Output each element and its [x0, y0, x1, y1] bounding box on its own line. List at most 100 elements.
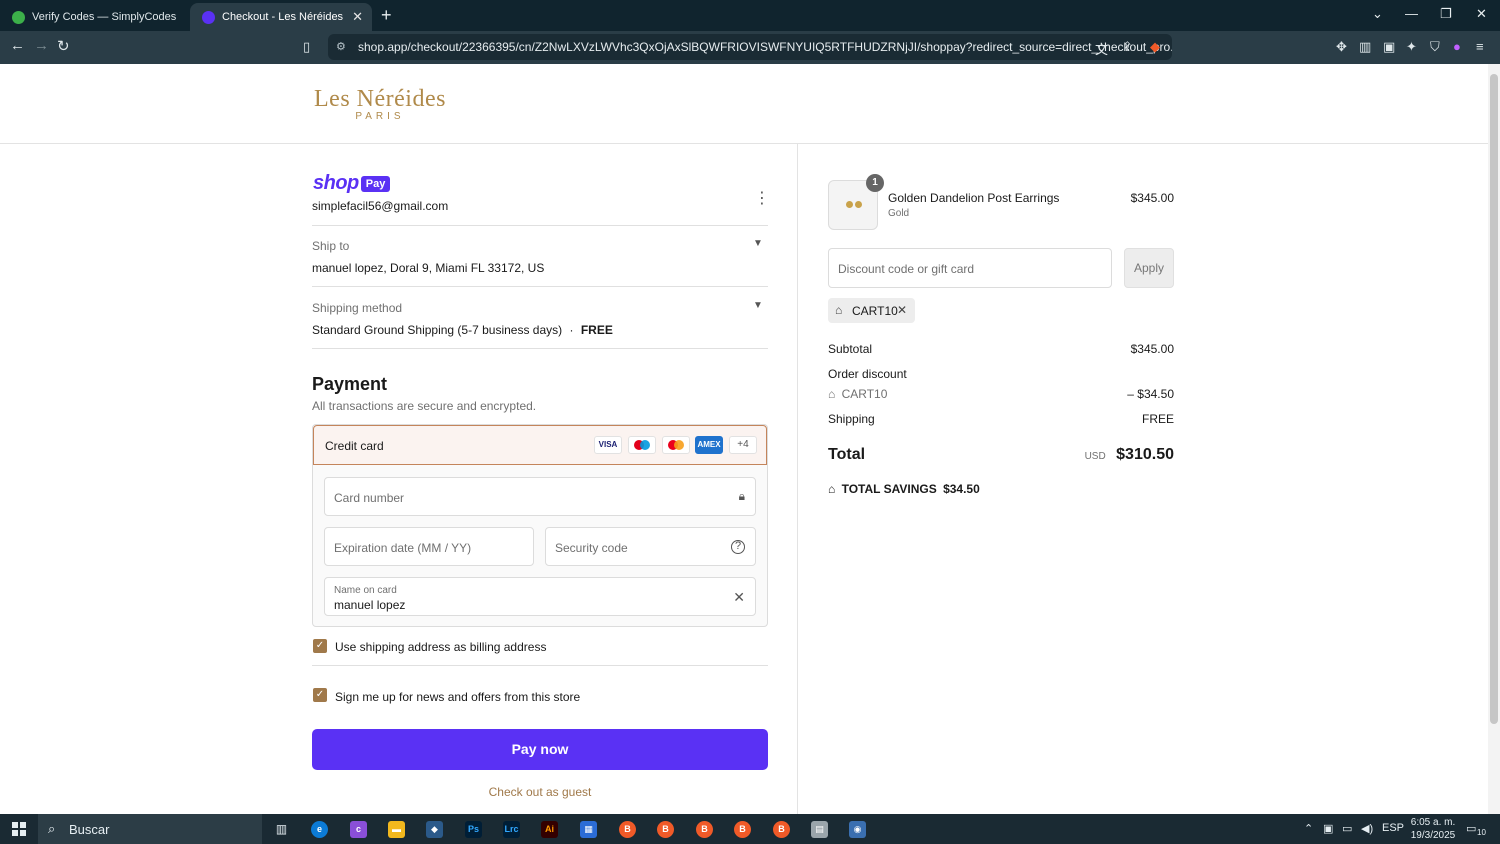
more-options-icon[interactable]: ⋮: [754, 191, 770, 207]
discount-code-row: ⌂ CART10: [828, 387, 887, 401]
lightroom-classic-icon[interactable]: Lrc: [503, 821, 520, 838]
expiration-placeholder: Expiration date (MM / YY): [334, 541, 472, 555]
clock[interactable]: 6:05 a. m. 19/3/2025: [1405, 816, 1461, 842]
help-icon[interactable]: ?: [731, 540, 745, 554]
checkout-as-guest-link[interactable]: Check out as guest: [312, 785, 768, 799]
ship-to-chevron-icon[interactable]: ▼: [751, 238, 765, 252]
new-tab-icon[interactable]: +: [381, 5, 392, 26]
shipping-method-chevron-icon[interactable]: ▼: [751, 300, 765, 314]
savings-label: TOTAL SAVINGS: [841, 482, 937, 496]
site-settings-icon[interactable]: ⚙: [336, 34, 346, 60]
pay-now-button[interactable]: Pay now: [312, 729, 768, 770]
tab-checkout[interactable]: Checkout - Les Néréides ✕: [190, 3, 372, 31]
store-icon[interactable]: ▦: [580, 821, 597, 838]
card-number-input[interactable]: Card number 🔒︎: [324, 477, 756, 516]
maestro-icon: [628, 436, 656, 454]
credit-card-option[interactable]: Credit card VISA AMEX +4: [313, 425, 767, 465]
copilot-icon[interactable]: c: [350, 821, 367, 838]
profile-icon[interactable]: ●: [1453, 39, 1461, 54]
tab-title: Verify Codes — SimplyCodes: [32, 11, 177, 23]
volume-icon[interactable]: ◀): [1361, 822, 1373, 835]
ship-to-label: Ship to: [312, 239, 350, 253]
tab-list-chevron-icon[interactable]: ⌄: [1372, 6, 1383, 22]
brave-icon[interactable]: B: [657, 821, 674, 838]
taskbar-search-text: Buscar: [69, 822, 110, 837]
close-tab-icon[interactable]: ✕: [352, 9, 363, 25]
mastercard-icon: [662, 436, 690, 454]
forward-icon[interactable]: →: [34, 37, 49, 54]
app-icon[interactable]: ◉: [849, 821, 866, 838]
notifications-icon[interactable]: ▭: [1466, 822, 1476, 835]
total-value: $310.50: [1116, 446, 1174, 463]
windows-start-icon[interactable]: [12, 822, 26, 836]
shop-wordmark: shop: [313, 172, 359, 194]
vpn-icon[interactable]: ⛉: [1430, 39, 1440, 55]
share-icon[interactable]: ⇪: [1122, 39, 1133, 55]
sidebar-icon[interactable]: ▥: [1359, 39, 1371, 55]
shipping-method-name: Standard Ground Shipping (5-7 business d…: [312, 323, 563, 337]
brave-icon[interactable]: B: [696, 821, 713, 838]
security-code-input[interactable]: Security code ?: [545, 527, 756, 566]
shipping-method-label: Shipping method: [312, 301, 403, 315]
illustrator-icon[interactable]: Ai: [541, 821, 558, 838]
brave-icon[interactable]: B: [619, 821, 636, 838]
newsletter-checkbox[interactable]: ✓: [313, 688, 327, 702]
billing-same-checkbox[interactable]: ✓: [313, 639, 327, 653]
payment-title: Payment: [312, 374, 388, 394]
discount-code-input[interactable]: Discount code or gift card: [828, 248, 1112, 288]
close-window-icon[interactable]: ✕: [1476, 6, 1487, 22]
applied-code-text: CART10: [852, 304, 898, 318]
address-bar[interactable]: ⚙ shop.app/checkout/22366395/cn/Z2NwLXVz…: [328, 34, 1172, 60]
currency-code: USD: [1084, 451, 1106, 462]
subtotal-value: $345.00: [1130, 342, 1174, 356]
menu-icon[interactable]: ≡: [1476, 39, 1484, 54]
page-scrollbar[interactable]: [1488, 64, 1500, 814]
minimize-icon[interactable]: —: [1405, 6, 1418, 21]
task-view-icon[interactable]: ▥: [273, 821, 290, 838]
back-icon[interactable]: ←: [10, 37, 25, 54]
expiration-date-input[interactable]: Expiration date (MM / YY): [324, 527, 534, 566]
leo-ai-icon[interactable]: ✦: [1406, 39, 1417, 55]
translate-icon[interactable]: 文: [1095, 39, 1108, 58]
network-icon[interactable]: ▭: [1342, 822, 1352, 835]
brave-icon[interactable]: B: [773, 821, 790, 838]
brave-icon[interactable]: B: [734, 821, 751, 838]
discount-value: – $34.50: [1127, 387, 1174, 401]
logo-name: Les Néréides: [314, 86, 446, 112]
reload-icon[interactable]: ↻: [57, 37, 70, 55]
apply-button[interactable]: Apply: [1124, 248, 1174, 288]
discount-code-text: CART10: [841, 387, 888, 401]
edge-icon[interactable]: e: [311, 821, 328, 838]
app-icon[interactable]: ▤: [811, 821, 828, 838]
extensions-icon[interactable]: ✥: [1336, 39, 1347, 55]
clear-icon[interactable]: ✕: [733, 589, 745, 606]
shipping-method-value: Standard Ground Shipping (5-7 business d…: [312, 323, 613, 337]
meet-now-icon[interactable]: ▣: [1323, 822, 1333, 835]
tag-icon: ⌂: [835, 303, 843, 317]
store-logo[interactable]: Les Néréides PARIS: [314, 86, 446, 122]
show-hidden-icons-icon[interactable]: ⌃: [1304, 822, 1313, 835]
wallet-icon[interactable]: ▣: [1383, 39, 1395, 55]
remove-code-icon[interactable]: ✕: [897, 303, 907, 317]
browser-tab-bar: Verify Codes — SimplyCodes Checkout - Le…: [0, 0, 1500, 31]
taskbar-search[interactable]: ⌕ Buscar: [38, 814, 262, 844]
subtotal-label: Subtotal: [828, 342, 873, 356]
file-explorer-icon[interactable]: ▬: [388, 821, 405, 838]
discount-code-placeholder: Discount code or gift card: [838, 262, 975, 276]
amex-icon: AMEX: [695, 436, 723, 454]
language-indicator[interactable]: ESP: [1382, 822, 1404, 834]
photoshop-icon[interactable]: Ps: [465, 821, 482, 838]
shipping-method-price: FREE: [580, 323, 613, 337]
scrollbar-thumb[interactable]: [1490, 74, 1498, 724]
date: 19/3/2025: [1410, 830, 1456, 841]
brave-shield-icon[interactable]: ◆: [1150, 39, 1160, 55]
tag-icon: ⌂: [828, 482, 836, 496]
product-price: $345.00: [1130, 191, 1174, 205]
tab-simplycodes[interactable]: Verify Codes — SimplyCodes: [0, 3, 188, 31]
app-icon[interactable]: ◆: [426, 821, 443, 838]
name-on-card-input[interactable]: Name on card manuel lopez ✕: [324, 577, 756, 616]
applied-code-chip: ⌂ CART10 ✕: [828, 298, 915, 323]
bookmark-icon[interactable]: ▯: [303, 39, 310, 55]
restore-icon[interactable]: ❐: [1440, 6, 1452, 22]
total-label: Total: [828, 446, 866, 463]
